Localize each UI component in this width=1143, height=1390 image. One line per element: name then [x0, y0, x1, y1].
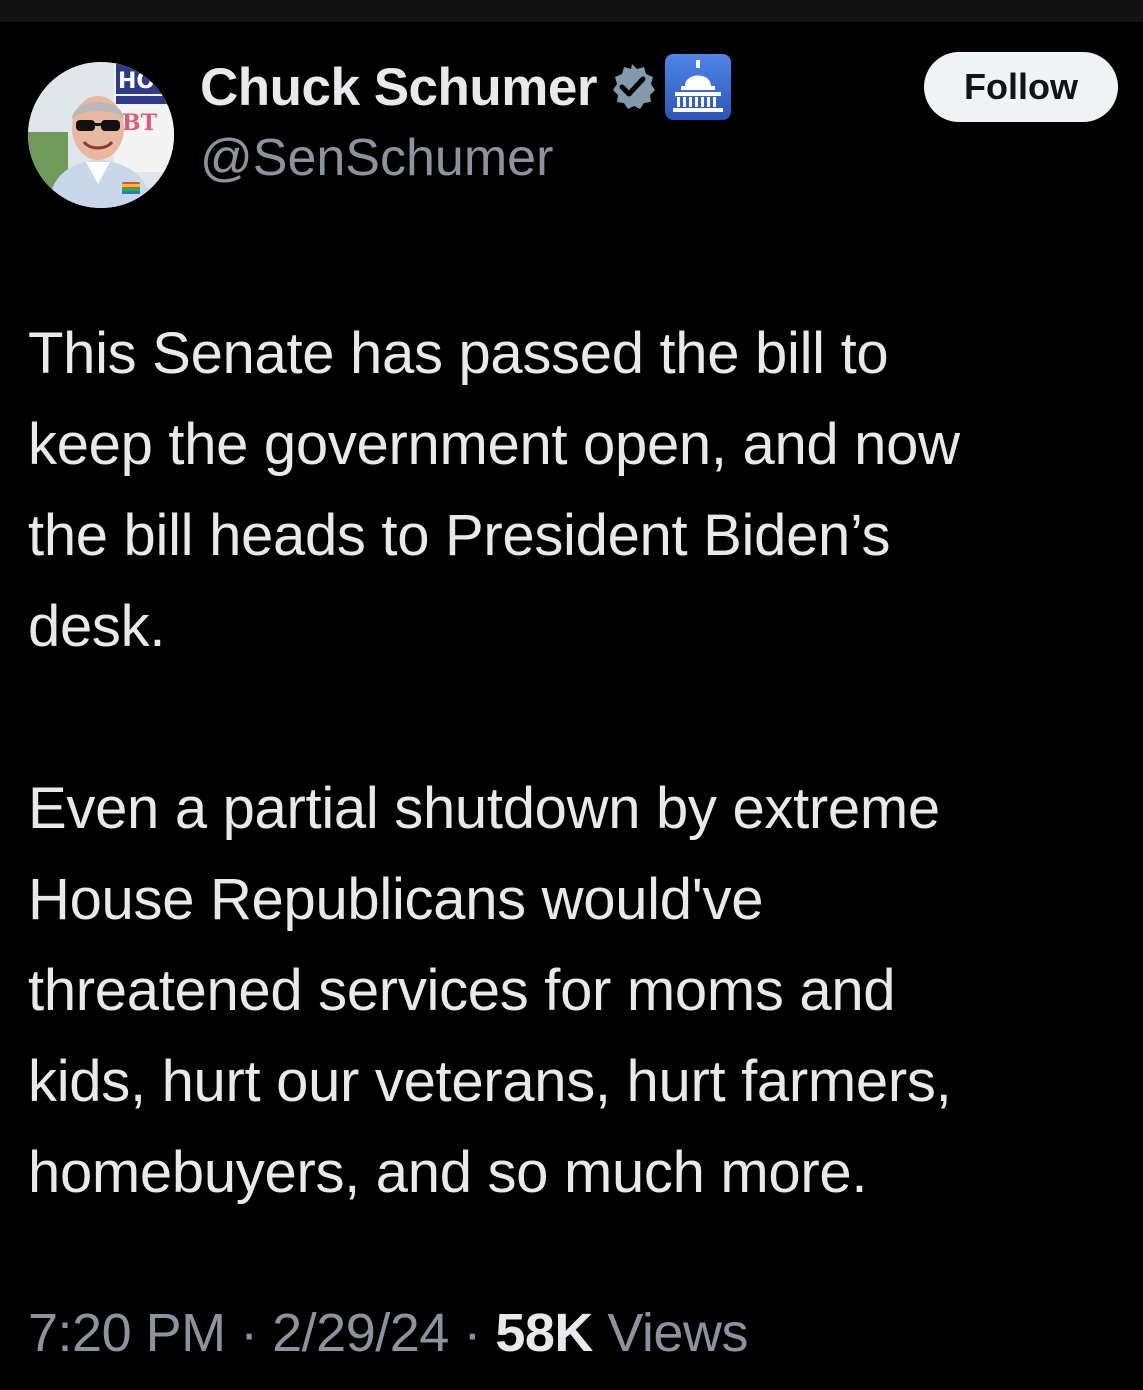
- follow-button[interactable]: Follow: [924, 52, 1118, 122]
- avatar[interactable]: HO BT: [28, 62, 174, 208]
- verified-badge-icon: [607, 62, 657, 112]
- avatar-sign-text-2: BT: [122, 110, 158, 136]
- author-name-row: Chuck Schumer: [200, 54, 732, 120]
- tweet: HO BT Chuck Schumer @SenSchumer Follow T…: [0, 22, 1143, 1390]
- avatar-photo: HO BT: [28, 62, 174, 208]
- tweet-paragraph-2: Even a partial shutdown by extreme House…: [28, 776, 952, 1205]
- capitol-dome-icon[interactable]: [665, 54, 732, 120]
- tweet-time[interactable]: 7:20 PM: [28, 1303, 226, 1363]
- author-display-name[interactable]: Chuck Schumer: [200, 57, 598, 118]
- views-label: Views: [607, 1303, 748, 1363]
- tweet-paragraph-1: This Senate has passed the bill to keep …: [28, 321, 960, 659]
- views-count: 58K: [495, 1303, 593, 1363]
- tweet-text: This Senate has passed the bill to keep …: [28, 308, 1118, 1218]
- meta-separator: ·: [463, 1303, 481, 1363]
- author-handle[interactable]: @SenSchumer: [200, 128, 553, 188]
- avatar-sign-text-1: HO: [118, 69, 155, 94]
- meta-separator: ·: [240, 1303, 258, 1363]
- top-status-strip: [0, 0, 1143, 22]
- tweet-date[interactable]: 2/29/24: [272, 1303, 449, 1363]
- tweet-meta: 7:20 PM · 2/29/24 · 58K Views: [28, 1302, 748, 1364]
